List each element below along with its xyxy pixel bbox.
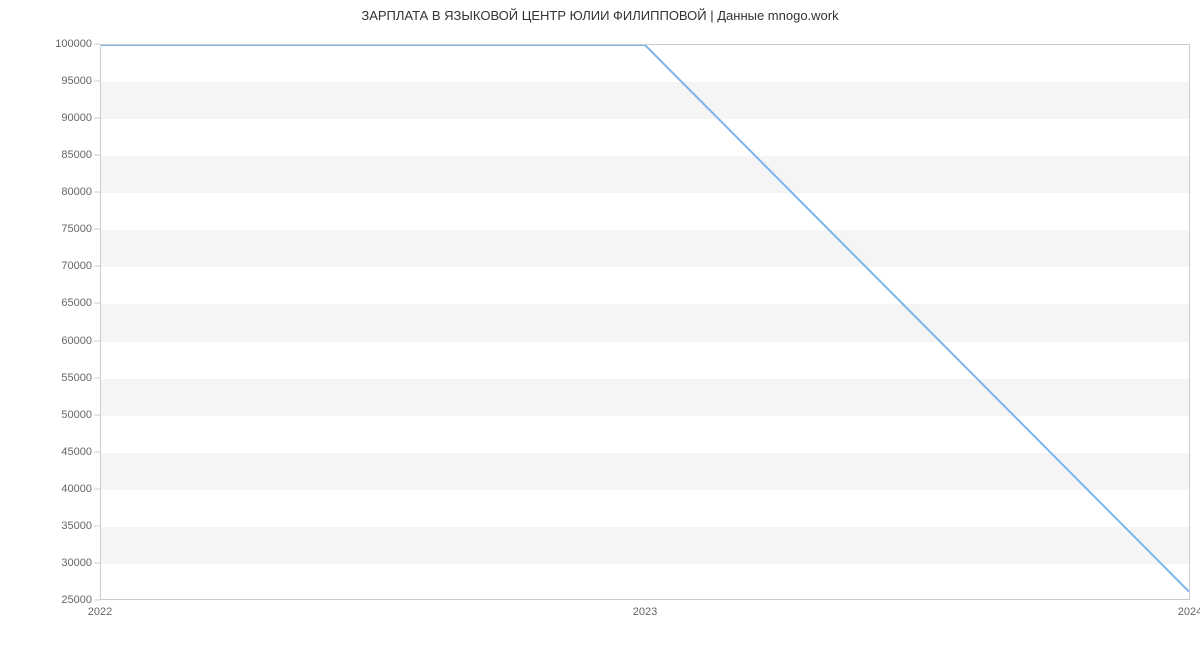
y-tick-mark	[94, 562, 100, 563]
plot-area	[100, 44, 1190, 600]
chart-title: ЗАРПЛАТА В ЯЗЫКОВОЙ ЦЕНТР ЮЛИИ ФИЛИППОВО…	[0, 8, 1200, 23]
y-tick-mark	[94, 81, 100, 82]
y-tick-mark	[94, 340, 100, 341]
y-tick-label: 95000	[61, 75, 92, 87]
y-tick-label: 30000	[61, 557, 92, 569]
y-tick-label: 85000	[61, 149, 92, 161]
y-tick-mark	[94, 192, 100, 193]
y-tick-mark	[94, 525, 100, 526]
y-tick-mark	[94, 377, 100, 378]
y-tick-label: 65000	[61, 297, 92, 309]
y-tick-label: 70000	[61, 260, 92, 272]
y-tick-label: 40000	[61, 483, 92, 495]
y-tick-label: 90000	[61, 112, 92, 124]
y-tick-mark	[94, 488, 100, 489]
y-tick-label: 45000	[61, 446, 92, 458]
y-tick-mark	[94, 118, 100, 119]
y-tick-label: 80000	[61, 186, 92, 198]
x-tick-label: 2023	[633, 606, 657, 618]
y-tick-label: 50000	[61, 409, 92, 421]
y-tick-mark	[94, 414, 100, 415]
y-tick-label: 100000	[55, 38, 92, 50]
y-tick-mark	[94, 303, 100, 304]
y-tick-mark	[94, 155, 100, 156]
y-tick-label: 25000	[61, 594, 92, 606]
y-tick-label: 60000	[61, 335, 92, 347]
y-tick-mark	[94, 229, 100, 230]
y-tick-label: 55000	[61, 372, 92, 384]
y-tick-mark	[94, 451, 100, 452]
y-tick-mark	[94, 266, 100, 267]
chart-container: ЗАРПЛАТА В ЯЗЫКОВОЙ ЦЕНТР ЮЛИИ ФИЛИППОВО…	[0, 0, 1200, 650]
x-tick-label: 2024	[1178, 606, 1200, 618]
x-tick-label: 2022	[88, 606, 112, 618]
y-tick-label: 75000	[61, 223, 92, 235]
line-series	[101, 45, 1189, 599]
y-tick-mark	[94, 600, 100, 601]
y-tick-label: 35000	[61, 520, 92, 532]
y-tick-mark	[94, 44, 100, 45]
